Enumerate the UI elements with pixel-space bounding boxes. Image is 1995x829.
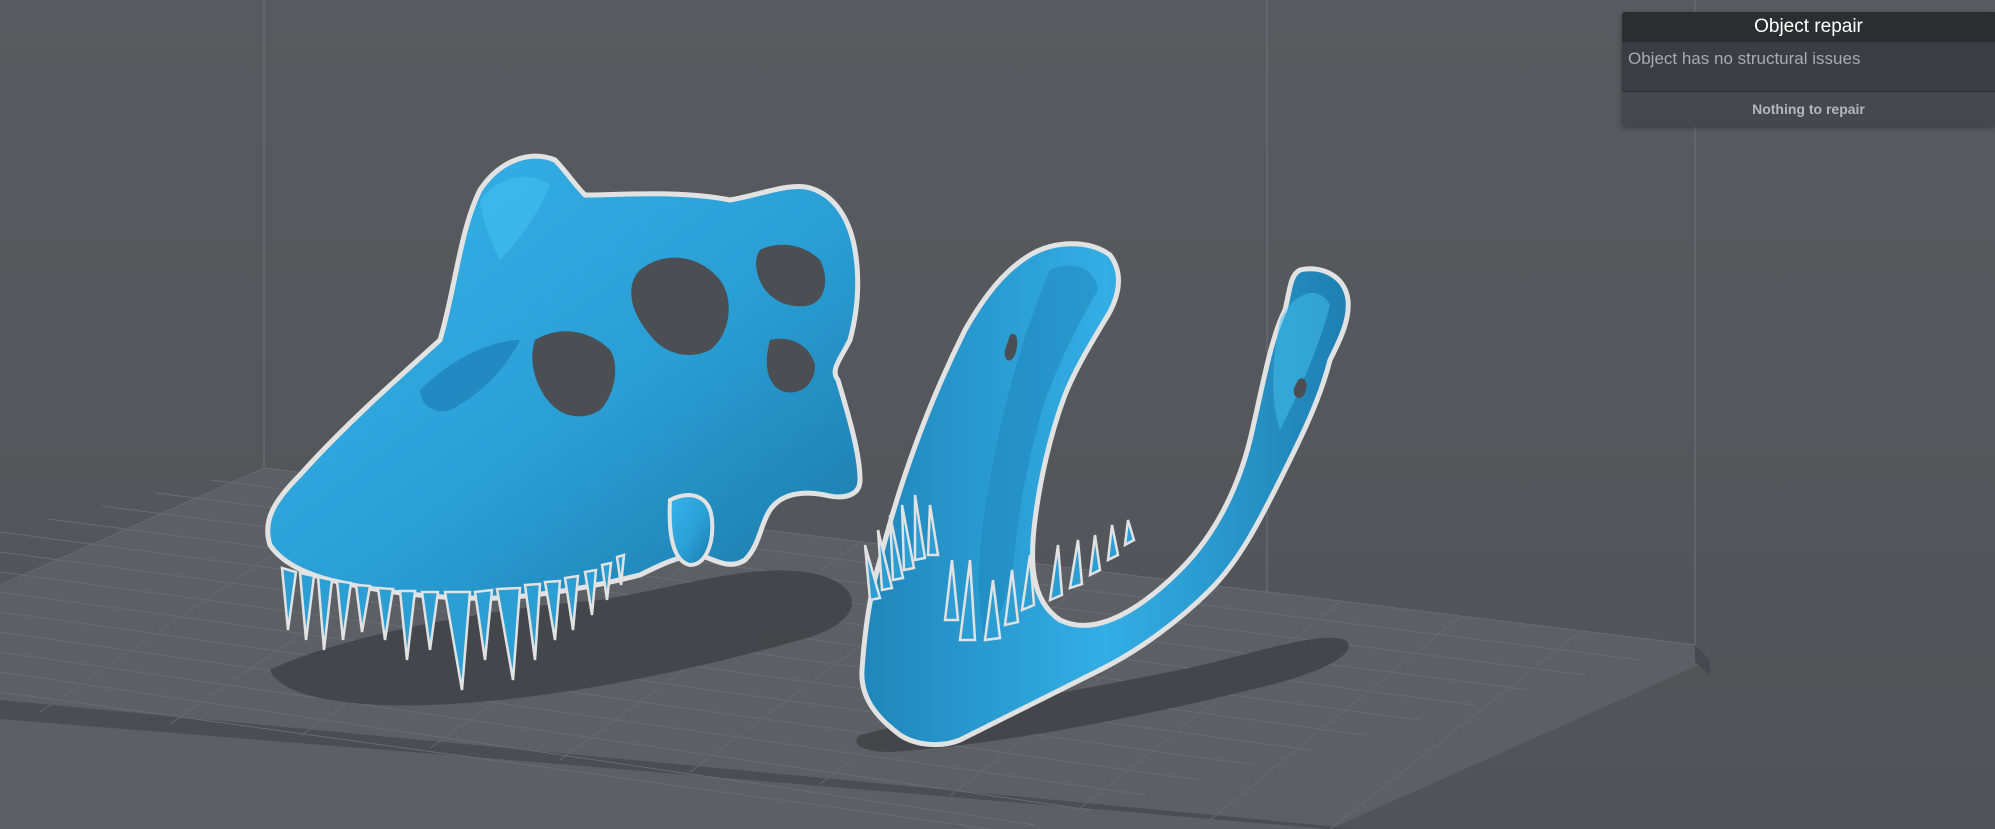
3d-viewport[interactable]: Object repair Object has no structural i…: [0, 0, 1995, 829]
nothing-to-repair-button[interactable]: Nothing to repair: [1622, 92, 1995, 126]
panel-title: Object repair: [1622, 12, 1995, 42]
object-repair-panel: Object repair Object has no structural i…: [1622, 12, 1995, 126]
repair-status-text: Object has no structural issues: [1622, 42, 1995, 91]
